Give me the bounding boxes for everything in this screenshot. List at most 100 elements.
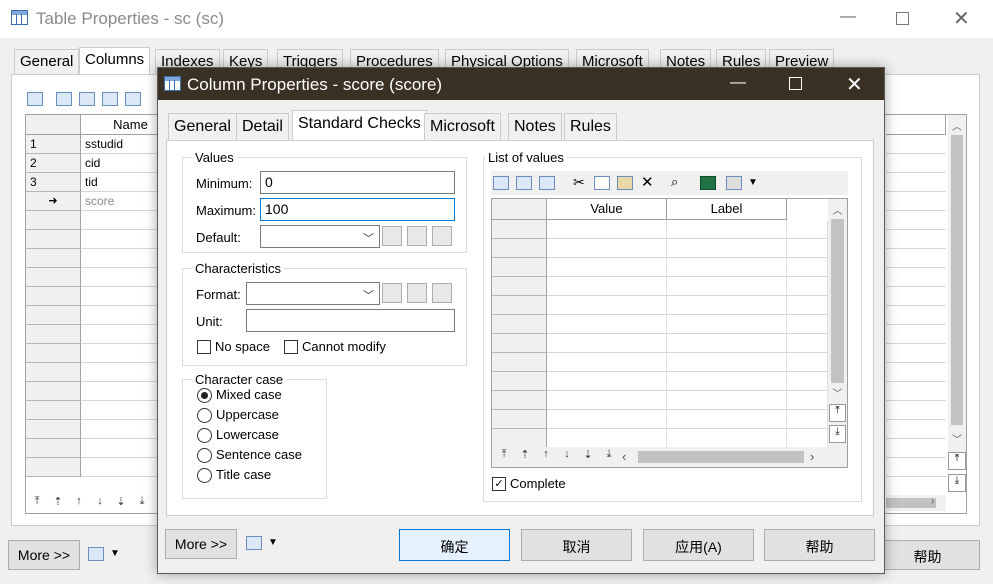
table-row-cell[interactable] [886, 306, 946, 325]
move-bottom-icon[interactable]: ⤓ [600, 448, 618, 466]
find-icon[interactable]: ⌕ [671, 174, 678, 190]
list-item[interactable] [547, 391, 667, 410]
table-row-cell[interactable] [886, 439, 946, 458]
move-bottom-icon[interactable]: ⤓ [133, 495, 151, 513]
list-item[interactable] [667, 296, 787, 315]
scroll-thumb[interactable] [951, 135, 963, 425]
default-combo[interactable]: ﹀ [260, 225, 380, 248]
tab-detail[interactable]: Detail [236, 113, 289, 140]
horizontal-scrollbar[interactable] [886, 495, 946, 511]
h-scroll-thumb[interactable] [886, 498, 936, 508]
minimize-icon[interactable]: — [730, 74, 746, 92]
row-header[interactable] [26, 230, 81, 249]
move-up-icon[interactable]: ↑ [70, 495, 88, 513]
column-header[interactable] [886, 115, 946, 135]
list-item[interactable] [787, 410, 828, 429]
list-item[interactable] [787, 315, 828, 334]
close-icon[interactable]: ✕ [953, 6, 970, 31]
scroll-bottom-icon[interactable]: ⤓ [829, 425, 846, 443]
row-header[interactable] [492, 296, 547, 315]
table-row-cell[interactable] [886, 135, 946, 154]
tab-standard-checks[interactable]: Standard Checks [292, 110, 427, 140]
maximum-input[interactable]: 100 [260, 198, 455, 221]
row-header[interactable] [492, 334, 547, 353]
table-row-cell[interactable] [886, 211, 946, 230]
scroll-right-icon[interactable]: › [810, 449, 814, 464]
row-header[interactable] [492, 315, 547, 334]
maximize-icon[interactable] [789, 77, 802, 90]
scroll-top-icon[interactable]: ⤒ [948, 452, 966, 470]
tab-microsoft[interactable]: Microsoft [424, 113, 501, 140]
h-scroll-thumb[interactable] [638, 451, 804, 463]
list-item[interactable] [547, 220, 667, 239]
scroll-thumb[interactable] [831, 219, 844, 383]
replicate-icon[interactable] [125, 92, 141, 106]
row-header[interactable] [26, 325, 81, 344]
list-item[interactable] [787, 258, 828, 277]
tab-notes[interactable]: Notes [508, 113, 562, 140]
list-item[interactable] [667, 239, 787, 258]
row-header[interactable] [492, 372, 547, 391]
list-item[interactable] [547, 372, 667, 391]
move-page-up-icon[interactable]: ⇡ [516, 448, 534, 466]
list-item[interactable] [547, 315, 667, 334]
scroll-up-icon[interactable]: ︿ [948, 118, 966, 133]
tab-general[interactable]: General [168, 113, 237, 140]
scroll-top-icon[interactable]: ⤒ [829, 404, 846, 422]
table-row-cell[interactable] [886, 458, 946, 477]
row-header[interactable] [492, 353, 547, 372]
list-item[interactable] [667, 429, 787, 448]
list-item[interactable] [547, 429, 667, 448]
row-header[interactable] [26, 420, 81, 439]
list-item[interactable] [547, 239, 667, 258]
row-header[interactable] [26, 211, 81, 230]
list-item[interactable] [667, 334, 787, 353]
cut-icon[interactable]: ✂ [573, 174, 585, 191]
table-row-cell[interactable] [886, 268, 946, 287]
cancel-button[interactable]: 取消 [521, 529, 632, 561]
add-row-icon[interactable] [516, 176, 532, 190]
list-item[interactable] [787, 277, 828, 296]
table-row-cell[interactable] [886, 173, 946, 192]
paste-icon[interactable] [617, 176, 633, 190]
apply-button[interactable]: 应用(A) [643, 529, 754, 561]
scroll-right-icon[interactable]: › [931, 496, 934, 507]
table-row-cell[interactable] [886, 363, 946, 382]
no-space-checkbox[interactable] [197, 340, 211, 354]
case-radio[interactable] [197, 468, 212, 483]
move-up-icon[interactable]: ↑ [537, 448, 555, 466]
create-icon[interactable] [382, 226, 402, 246]
add-rows-icon[interactable] [539, 176, 555, 190]
case-radio[interactable] [197, 408, 212, 423]
scroll-left-icon[interactable]: ‹ [622, 449, 626, 464]
select-icon[interactable] [407, 226, 427, 246]
table-row-cell[interactable] [886, 287, 946, 306]
move-down-icon[interactable]: ↓ [558, 448, 576, 466]
list-item[interactable] [667, 391, 787, 410]
more-button[interactable]: More >> [165, 529, 237, 559]
row-header[interactable] [26, 287, 81, 306]
delete-icon[interactable]: ✕ [641, 173, 654, 191]
row-header[interactable] [492, 410, 547, 429]
row-header[interactable] [492, 277, 547, 296]
list-item[interactable] [547, 334, 667, 353]
row-header[interactable]: ➜ [26, 192, 81, 211]
properties-icon[interactable] [432, 283, 452, 303]
case-radio[interactable] [197, 388, 212, 403]
tab-rules[interactable]: Rules [564, 113, 617, 140]
print-icon[interactable] [88, 547, 104, 561]
row-header[interactable] [492, 429, 547, 448]
list-item[interactable] [547, 277, 667, 296]
column-header-value[interactable]: Value [547, 199, 667, 220]
select-icon[interactable] [407, 283, 427, 303]
list-item[interactable] [547, 353, 667, 372]
insert-row-icon[interactable] [493, 176, 509, 190]
tab-columns[interactable]: Columns [79, 47, 151, 75]
table-row-cell[interactable] [886, 401, 946, 420]
help-button[interactable]: 帮助 [764, 529, 875, 561]
add-row-icon[interactable] [79, 92, 95, 106]
row-header[interactable] [492, 239, 547, 258]
case-radio[interactable] [197, 448, 212, 463]
row-header[interactable]: 3 [26, 173, 81, 192]
move-down-icon[interactable]: ↓ [91, 495, 109, 513]
